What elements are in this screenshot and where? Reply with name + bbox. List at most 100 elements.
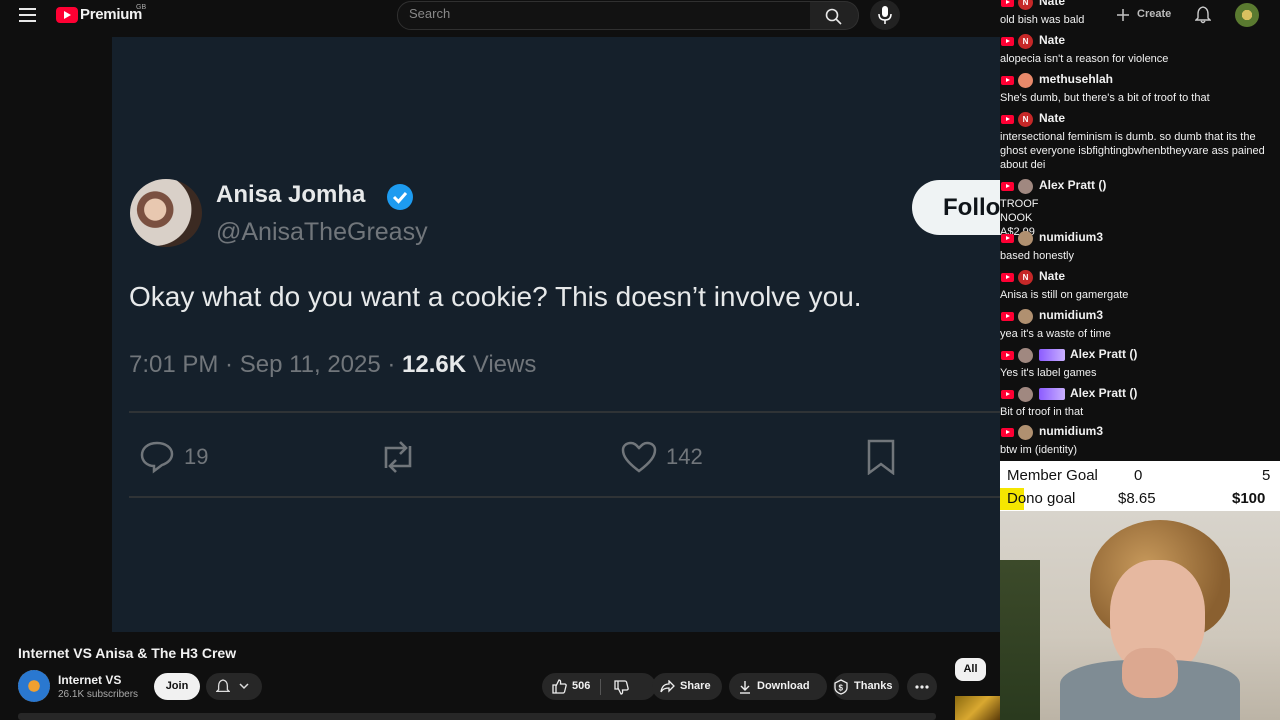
webcam-person-hand	[1122, 648, 1178, 698]
join-button[interactable]: Join	[154, 673, 200, 700]
chat-message-text: btw im (identity)	[1000, 444, 1078, 456]
verified-badge-icon	[387, 184, 413, 210]
chat-message-text: yea it's a waste of time	[1000, 328, 1111, 340]
reply-icon	[140, 441, 174, 474]
chat-avatar: N	[1018, 112, 1033, 127]
member-goal-current: 0	[1134, 467, 1143, 484]
tweet-reply-count: 19	[184, 444, 209, 469]
chat-message-text: Bit of troof in that	[1000, 406, 1084, 418]
logo-text[interactable]: Premium	[80, 6, 142, 23]
chat-author-name: Nate	[1039, 111, 1066, 125]
chat-avatar	[1018, 425, 1033, 440]
chat-author-name: numidium3	[1039, 424, 1104, 438]
youtube-platform-icon	[1001, 115, 1014, 124]
tweet-avatar	[130, 179, 202, 247]
tweet-time: 7:01 PM · Sep 11, 2025 ·	[129, 351, 403, 378]
search-input[interactable]: Search	[409, 6, 450, 21]
youtube-platform-icon	[1001, 273, 1014, 282]
chat-avatar: N	[1018, 34, 1033, 49]
member-badge-icon	[1039, 388, 1065, 400]
chat-author-name: Nate	[1039, 269, 1066, 283]
dono-goal-current: $8.65	[1118, 490, 1156, 507]
tweet-author-name: Anisa Jomha	[216, 181, 366, 208]
channel-avatar[interactable]	[18, 670, 50, 702]
thanks-button[interactable]: $ Thanks	[833, 673, 899, 700]
recommended-thumbnail[interactable]	[955, 696, 1000, 720]
more-actions-button[interactable]	[907, 673, 937, 700]
youtube-platform-icon	[1001, 76, 1014, 85]
video-title: Internet VS Anisa & The H3 Crew	[18, 645, 237, 661]
voice-search-button[interactable]	[870, 0, 900, 30]
search-box[interactable]	[397, 1, 811, 30]
channel-name[interactable]: Internet VS	[58, 673, 121, 687]
share-button[interactable]: Share	[652, 673, 722, 700]
thanks-icon: $	[834, 679, 848, 695]
menu-icon[interactable]	[19, 8, 36, 22]
chat-author-name: Alex Pratt ()	[1039, 178, 1107, 192]
logo-region: GB	[136, 4, 147, 11]
chat-message-text: based honestly	[1000, 250, 1074, 262]
chat-avatar	[1018, 387, 1033, 402]
tweet-author-handle: @AnisaTheGreasy	[216, 218, 428, 246]
chat-message-text: She's dumb, but there's a bit of troof t…	[1000, 92, 1210, 104]
tweet-follow-label: Follow	[943, 194, 1000, 221]
member-goal-target: 5	[1262, 467, 1271, 484]
bookmark-icon	[867, 439, 895, 475]
microphone-icon	[878, 6, 892, 24]
youtube-platform-icon	[1001, 182, 1014, 191]
chevron-down-icon	[239, 683, 249, 690]
chat-author-name: numidium3	[1039, 308, 1104, 322]
webcam-chair	[1000, 560, 1040, 720]
chat-message-text: old bish was bald	[1000, 14, 1085, 26]
bell-icon	[216, 679, 230, 693]
chat-avatar	[1018, 309, 1033, 324]
youtube-platform-icon	[1001, 312, 1014, 321]
dono-goal-target: $100	[1232, 490, 1266, 507]
youtube-platform-icon	[1001, 0, 1014, 7]
dono-goal-label: Dono goal	[1007, 490, 1076, 507]
tweet-views-count: 12.6K	[402, 351, 467, 378]
like-count[interactable]: 506	[572, 673, 590, 700]
thumbs-down-icon[interactable]	[614, 680, 629, 695]
chat-avatar	[1018, 231, 1033, 246]
chat-avatar: N	[1018, 0, 1033, 10]
search-button[interactable]	[810, 1, 859, 30]
tweet-views-label: Views	[466, 351, 537, 378]
member-goal-label: Member Goal	[1007, 467, 1098, 484]
chat-author-name: Nate	[1039, 0, 1066, 8]
filter-chip-all[interactable]: All	[955, 658, 986, 681]
tweet-like-count: 142	[666, 444, 703, 469]
notifications-button[interactable]	[206, 673, 262, 700]
chat-message-text: alopecia isn't a reason for violence	[1000, 53, 1169, 65]
youtube-logo-icon[interactable]	[56, 7, 78, 23]
like-dislike-group	[542, 673, 656, 700]
youtube-platform-icon	[1001, 37, 1014, 46]
subscriber-count: 26.1K subscribers	[58, 689, 139, 700]
thanks-label: Thanks	[854, 680, 893, 692]
search-icon	[825, 8, 842, 25]
divider	[129, 411, 1000, 413]
chat-author-name: methusehlah	[1039, 72, 1114, 86]
divider	[129, 496, 1000, 498]
chat-avatar	[1018, 179, 1033, 194]
thumbs-up-icon[interactable]	[552, 679, 567, 694]
chat-author-name: numidium3	[1039, 230, 1104, 244]
retweet-icon	[384, 441, 412, 473]
divider	[600, 679, 601, 695]
chat-author-name: Alex Pratt ()	[1070, 347, 1138, 361]
youtube-platform-icon	[1001, 428, 1014, 437]
chat-message-text: Yes it's label games	[1000, 367, 1097, 379]
tweet-meta: 7:01 PM · Sep 11, 2025 · 12.6K Views	[129, 351, 536, 379]
download-icon	[740, 681, 750, 694]
share-label: Share	[680, 680, 711, 692]
description-box[interactable]	[18, 713, 936, 720]
chat-avatar: N	[1018, 270, 1033, 285]
chat-message-text: intersectional feminism is dumb. so dumb…	[1000, 131, 1265, 171]
svg-text:$: $	[839, 684, 844, 693]
download-button[interactable]: Download	[729, 673, 827, 700]
tweet-text: Okay what do you want a cookie? This doe…	[129, 281, 862, 312]
video-player[interactable]	[112, 37, 1000, 632]
download-label: Download	[757, 680, 810, 692]
member-badge-icon	[1039, 349, 1065, 361]
chat-avatar	[1018, 73, 1033, 88]
